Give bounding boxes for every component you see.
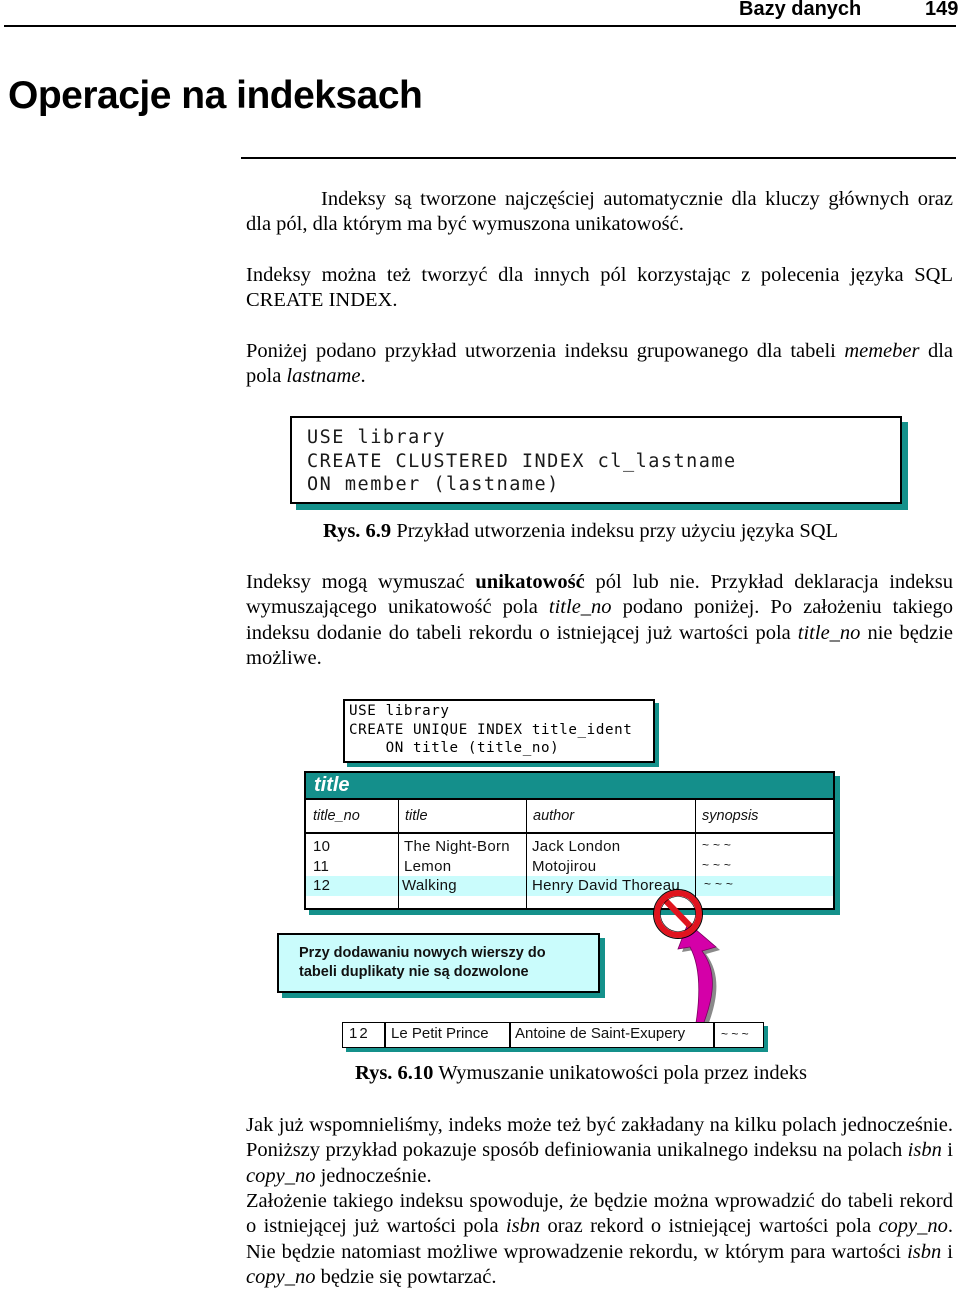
table-cell: ~ ~ ~ xyxy=(702,838,732,852)
table-cell: Jack London xyxy=(532,838,621,855)
text: Indeksy mogą wymuszać xyxy=(246,571,476,593)
table-cell: Motojirou xyxy=(532,858,597,875)
code-line: ON member (lastname) xyxy=(307,474,560,495)
field-name: copy_no xyxy=(246,1265,316,1288)
new-row-cell: ~ ~ ~ xyxy=(721,1027,749,1041)
table-cell: 10 xyxy=(313,838,331,855)
page-number: 149 xyxy=(925,0,959,20)
field-name: copy_no xyxy=(878,1215,948,1238)
figure-caption-6-9: Rys. 6.9 Przykład utworzenia indeksu prz… xyxy=(323,520,838,543)
code-line: ON title (title_no) xyxy=(349,740,560,756)
text: Jak już wspomnieliśmy, indeks może też b… xyxy=(246,1114,953,1162)
rejection-graphic xyxy=(653,889,720,1040)
emphasis: unikatowość xyxy=(475,571,585,593)
table-cell: The Night-Born xyxy=(404,838,510,855)
header-rule xyxy=(4,25,956,27)
column-divider xyxy=(713,1023,715,1047)
code-line: USE library xyxy=(307,427,447,448)
duplicate-warning-note: Przy dodawaniu nowych wierszy do tabeli … xyxy=(277,933,600,993)
caption-label: Rys. 6.9 xyxy=(323,520,392,542)
code-block-unique-index: USE library CREATE UNIQUE INDEX title_id… xyxy=(343,699,655,763)
page-title: Operacje na indeksach xyxy=(8,74,423,117)
rejected-new-row: 12 Le Petit Prince Antoine de Saint-Exup… xyxy=(342,1022,764,1048)
field-name: isbn xyxy=(907,1240,942,1263)
text: będzie się powtarzać. xyxy=(315,1265,497,1288)
code-line: USE library xyxy=(349,703,450,719)
field-name: isbn xyxy=(907,1139,942,1162)
field-name: isbn xyxy=(505,1215,541,1238)
text: . xyxy=(360,365,366,388)
table-cell: Lemon xyxy=(404,858,452,875)
table-cell: 12 xyxy=(313,877,331,894)
figure-caption-6-10: Rys. 6.10 Wymuszanie unikatowości pola p… xyxy=(355,1062,807,1085)
table-name-header: title xyxy=(306,773,833,800)
column-divider xyxy=(398,800,399,908)
paragraph-4: Indeksy mogą wymuszać unikatowość pól lu… xyxy=(246,570,953,671)
column-divider xyxy=(526,800,527,908)
new-row-cell: 12 xyxy=(349,1025,370,1042)
prohibited-icon xyxy=(653,889,703,939)
table-name: memeber xyxy=(844,340,920,362)
paragraph-1: Indeksy są tworzone najczęściej automaty… xyxy=(246,188,953,236)
column-header-title-no: title_no xyxy=(313,808,360,824)
paragraph-2: Indeksy można też tworzyć dla innych pól… xyxy=(246,264,953,312)
table-cell: 11 xyxy=(313,858,330,875)
column-header-synopsis: synopsis xyxy=(702,808,759,824)
new-row-cell: Antoine de Saint-Exupery xyxy=(515,1025,686,1042)
field-name: title_no xyxy=(548,596,612,619)
field-name: copy_no xyxy=(246,1164,316,1187)
table-cell: ~ ~ ~ xyxy=(702,858,732,872)
code-line: CREATE CLUSTERED INDEX cl_lastname xyxy=(307,450,737,472)
text: i xyxy=(941,1240,953,1263)
field-name: title_no xyxy=(797,621,861,644)
paragraph-6: Założenie takiego indeksu spowoduje, że … xyxy=(246,1189,953,1290)
text: i xyxy=(941,1139,953,1162)
column-header-title: title xyxy=(405,808,428,824)
code-line: CREATE UNIQUE INDEX title_ident xyxy=(349,721,633,738)
running-header-section: Bazy danych xyxy=(739,0,862,20)
title-rule xyxy=(241,157,956,159)
column-header-author: author xyxy=(533,808,575,824)
note-line: Przy dodawaniu nowych wierszy do xyxy=(299,945,546,961)
header-separator xyxy=(306,832,833,834)
code-block-clustered-index: USE library CREATE CLUSTERED INDEX cl_la… xyxy=(290,416,902,504)
paragraph-3: Poniżej podano przykład utworzenia indek… xyxy=(246,339,953,390)
text: Poniżej podano przykład utworzenia indek… xyxy=(246,340,845,362)
caption-text: Wymuszanie unikatowości pola przez indek… xyxy=(433,1062,807,1084)
text: oraz rekord o istniejącej wartości pola xyxy=(540,1215,879,1238)
caption-text: Przykład utworzenia indeksu przy użyciu … xyxy=(391,520,839,542)
caption-label: Rys. 6.10 xyxy=(355,1062,434,1084)
table-cell: Walking xyxy=(402,877,457,894)
field-name: lastname xyxy=(286,365,361,388)
text: jednocześnie. xyxy=(315,1164,432,1187)
paragraph-5: Jak już wspomnieliśmy, indeks może też b… xyxy=(246,1113,953,1189)
column-divider xyxy=(509,1023,511,1047)
note-line: tabeli duplikaty nie są dozwolone xyxy=(299,963,529,980)
column-divider xyxy=(384,1023,386,1047)
new-row-cell: Le Petit Prince xyxy=(391,1025,489,1042)
